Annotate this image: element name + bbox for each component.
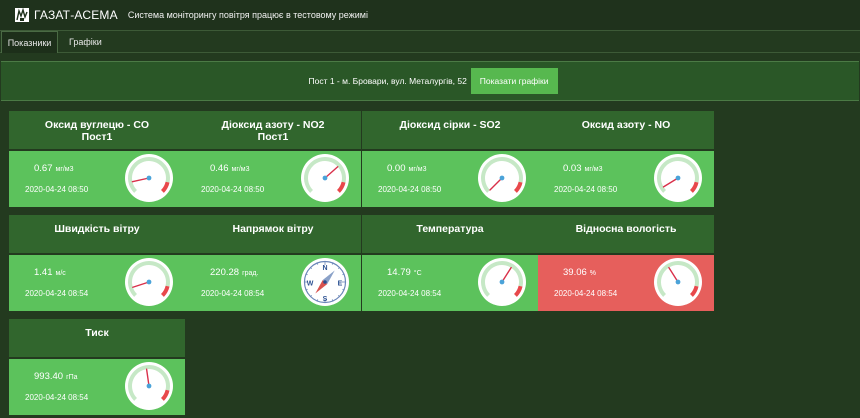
indicator-timestamp: 2020-04-24 08:50 xyxy=(378,185,442,194)
compass-icon: N E S W xyxy=(301,258,349,306)
indicator-value: 14.79 xyxy=(387,267,411,278)
indicator-timestamp: 2020-04-24 08:54 xyxy=(25,289,89,298)
indicator-title: Діоксид азоту - NO2 xyxy=(221,119,325,131)
indicator-value: 0.00 xyxy=(387,163,406,174)
indicator-card-no2: Діоксид азоту - NO2 Пост1 0.46 мг/м3 2020-04… xyxy=(185,111,361,207)
indicator-unit: мг/м3 xyxy=(408,166,427,173)
indicator-unit: мг/м3 xyxy=(584,166,603,173)
compass-label: E xyxy=(338,280,343,287)
logo[interactable]: ГАЗАТ-АСЕМА xyxy=(14,7,118,23)
indicator-value-row: 220.28 град. xyxy=(210,267,258,278)
indicator-unit: гПа xyxy=(66,374,78,381)
indicator-body: 993.40 гПа 2020-04-24 08:54 xyxy=(9,359,185,415)
tab-bar: Показники Графіки xyxy=(0,31,860,53)
indicator-value-row: 0.67 мг/м3 xyxy=(34,163,74,174)
indicator-value-row: 0.03 мг/м3 xyxy=(563,163,603,174)
gauge-icon xyxy=(125,258,173,306)
indicator-header: Оксид азоту - NO xyxy=(538,111,714,149)
indicator-timestamp: 2020-04-24 08:54 xyxy=(201,289,265,298)
indicator-unit: м/с xyxy=(55,270,66,277)
gauge-icon xyxy=(478,258,526,306)
indicator-unit: мг/м3 xyxy=(231,166,250,173)
tab-charts[interactable]: Графіки xyxy=(60,31,111,53)
indicator-value: 220.28 xyxy=(210,267,240,278)
gauge-icon xyxy=(654,154,702,202)
indicator-header: Оксид вуглецю - CO Пост1 xyxy=(9,111,185,149)
indicator-title: Швидкість вітру xyxy=(54,223,140,235)
gauge-icon xyxy=(478,154,526,202)
indicator-timestamp: 2020-04-24 08:54 xyxy=(378,289,442,298)
indicator-value-row: 0.00 мг/м3 xyxy=(387,163,427,174)
indicator-body: 14.79 °C 2020-04-24 08:54 xyxy=(362,255,538,311)
indicator-value-row: 14.79 °C xyxy=(387,267,422,278)
compass-label: W xyxy=(307,280,314,287)
station-label: Пост 1 - м. Бровари, вул. Металургів, 52 xyxy=(308,76,467,86)
indicator-card-so2: Діоксид сірки - SO2 0.00 мг/м3 2020-04-24 0… xyxy=(362,111,538,207)
indicator-title: Оксид вуглецю - CO xyxy=(44,119,150,131)
indicator-body: 1.41 м/с 2020-04-24 08:54 xyxy=(9,255,185,311)
indicator-body: 0.03 мг/м3 2020-04-24 08:50 xyxy=(538,151,714,207)
indicator-unit: % xyxy=(589,270,597,277)
indicator-title: Оксид азоту - NO xyxy=(581,119,671,131)
gauge-icon xyxy=(301,154,349,202)
indicator-value: 0.46 xyxy=(210,163,229,174)
indicator-timestamp: 2020-04-24 08:50 xyxy=(554,185,618,194)
indicator-header: Діоксид сірки - SO2 xyxy=(362,111,538,149)
station-bar: Пост 1 - м. Бровари, вул. Металургів, 52… xyxy=(1,61,859,101)
indicator-value: 0.03 xyxy=(563,163,582,174)
indicator-card-wind-speed: Швидкість вітру 1.41 м/с 2020-04-24 08:54 xyxy=(9,215,185,311)
indicator-station: Пост1 xyxy=(257,131,289,143)
indicator-body: 39.06% 2020-04-24 08:54 xyxy=(538,255,714,311)
indicator-value: 0.67 xyxy=(34,163,53,174)
indicator-title: Напрямок вітру xyxy=(232,223,314,235)
indicator-timestamp: 2020-04-24 08:50 xyxy=(25,185,89,194)
indicator-value: 1.41 xyxy=(34,267,53,278)
status-message: Система моніторингу повітря працює в тес… xyxy=(127,10,368,20)
indicator-title: Температура xyxy=(416,223,484,235)
indicator-title: Відносна вологість xyxy=(575,223,677,235)
indicator-card-humidity: Відносна вологість 39.06% 2020-04-24 08:54 xyxy=(538,215,714,311)
gauge-icon xyxy=(125,362,173,410)
indicator-card-co: Оксид вуглецю - CO Пост1 0.67 мг/м3 2020-04-… xyxy=(9,111,185,207)
indicator-timestamp: 2020-04-24 08:50 xyxy=(201,185,265,194)
gauge-icon xyxy=(125,154,173,202)
logo-icon xyxy=(15,7,29,22)
indicator-body: 220.28 град. 2020-04-24 08:54 N E S W xyxy=(185,255,361,311)
indicator-card-wind-direction: Напрямок вітру 220.28 град. 2020-04-24 08:5… xyxy=(185,215,361,311)
indicator-value-row: 1.41 м/с xyxy=(34,267,66,278)
indicator-value-row: 39.06% xyxy=(563,267,596,278)
indicator-body: 0.00 мг/м3 2020-04-24 08:50 xyxy=(362,151,538,207)
indicator-value-row: 993.40 гПа xyxy=(34,371,78,382)
indicator-value: 993.40 xyxy=(34,371,64,382)
indicator-card-temperature: Температура 14.79 °C 2020-04-24 08:54 xyxy=(362,215,538,311)
brand-name: ГАЗАТ-АСЕМА xyxy=(34,8,118,22)
compass-label: N xyxy=(322,265,327,272)
tab-indicators[interactable]: Показники xyxy=(1,31,58,53)
indicator-card-no: Оксид азоту - NO 0.03 мг/м3 2020-04-24 08:5… xyxy=(538,111,714,207)
gauge-icon xyxy=(654,258,702,306)
compass-label: S xyxy=(323,296,328,303)
indicator-body: 0.67 мг/м3 2020-04-24 08:50 xyxy=(9,151,185,207)
indicator-unit: мг/м3 xyxy=(55,166,74,173)
indicator-station: Пост1 xyxy=(81,131,113,143)
indicator-value: 39.06 xyxy=(563,267,587,278)
top-bar: ГАЗАТ-АСЕМА Система моніторингу повітря … xyxy=(0,0,860,31)
indicator-timestamp: 2020-04-24 08:54 xyxy=(554,289,618,298)
indicator-body: 0.46 мг/м3 2020-04-24 08:50 xyxy=(185,151,361,207)
indicator-card-pressure: Тиск 993.40 гПа 2020-04-24 08:54 xyxy=(9,319,185,415)
indicator-header: Швидкість вітру xyxy=(9,215,185,253)
indicator-unit: °C xyxy=(413,270,422,277)
indicator-timestamp: 2020-04-24 08:54 xyxy=(25,393,89,402)
indicator-header: Температура xyxy=(362,215,538,253)
indicator-header: Діоксид азоту - NO2 Пост1 xyxy=(185,111,361,149)
indicator-unit: град. xyxy=(242,270,259,277)
indicator-header: Напрямок вітру xyxy=(185,215,361,253)
indicator-title: Тиск xyxy=(85,327,109,339)
show-charts-button[interactable]: Показати графіки xyxy=(470,68,558,94)
indicator-header: Тиск xyxy=(9,319,185,357)
indicator-title: Діоксид сірки - SO2 xyxy=(399,119,501,131)
indicator-header: Відносна вологість xyxy=(538,215,714,253)
indicator-value-row: 0.46 мг/м3 xyxy=(210,163,250,174)
